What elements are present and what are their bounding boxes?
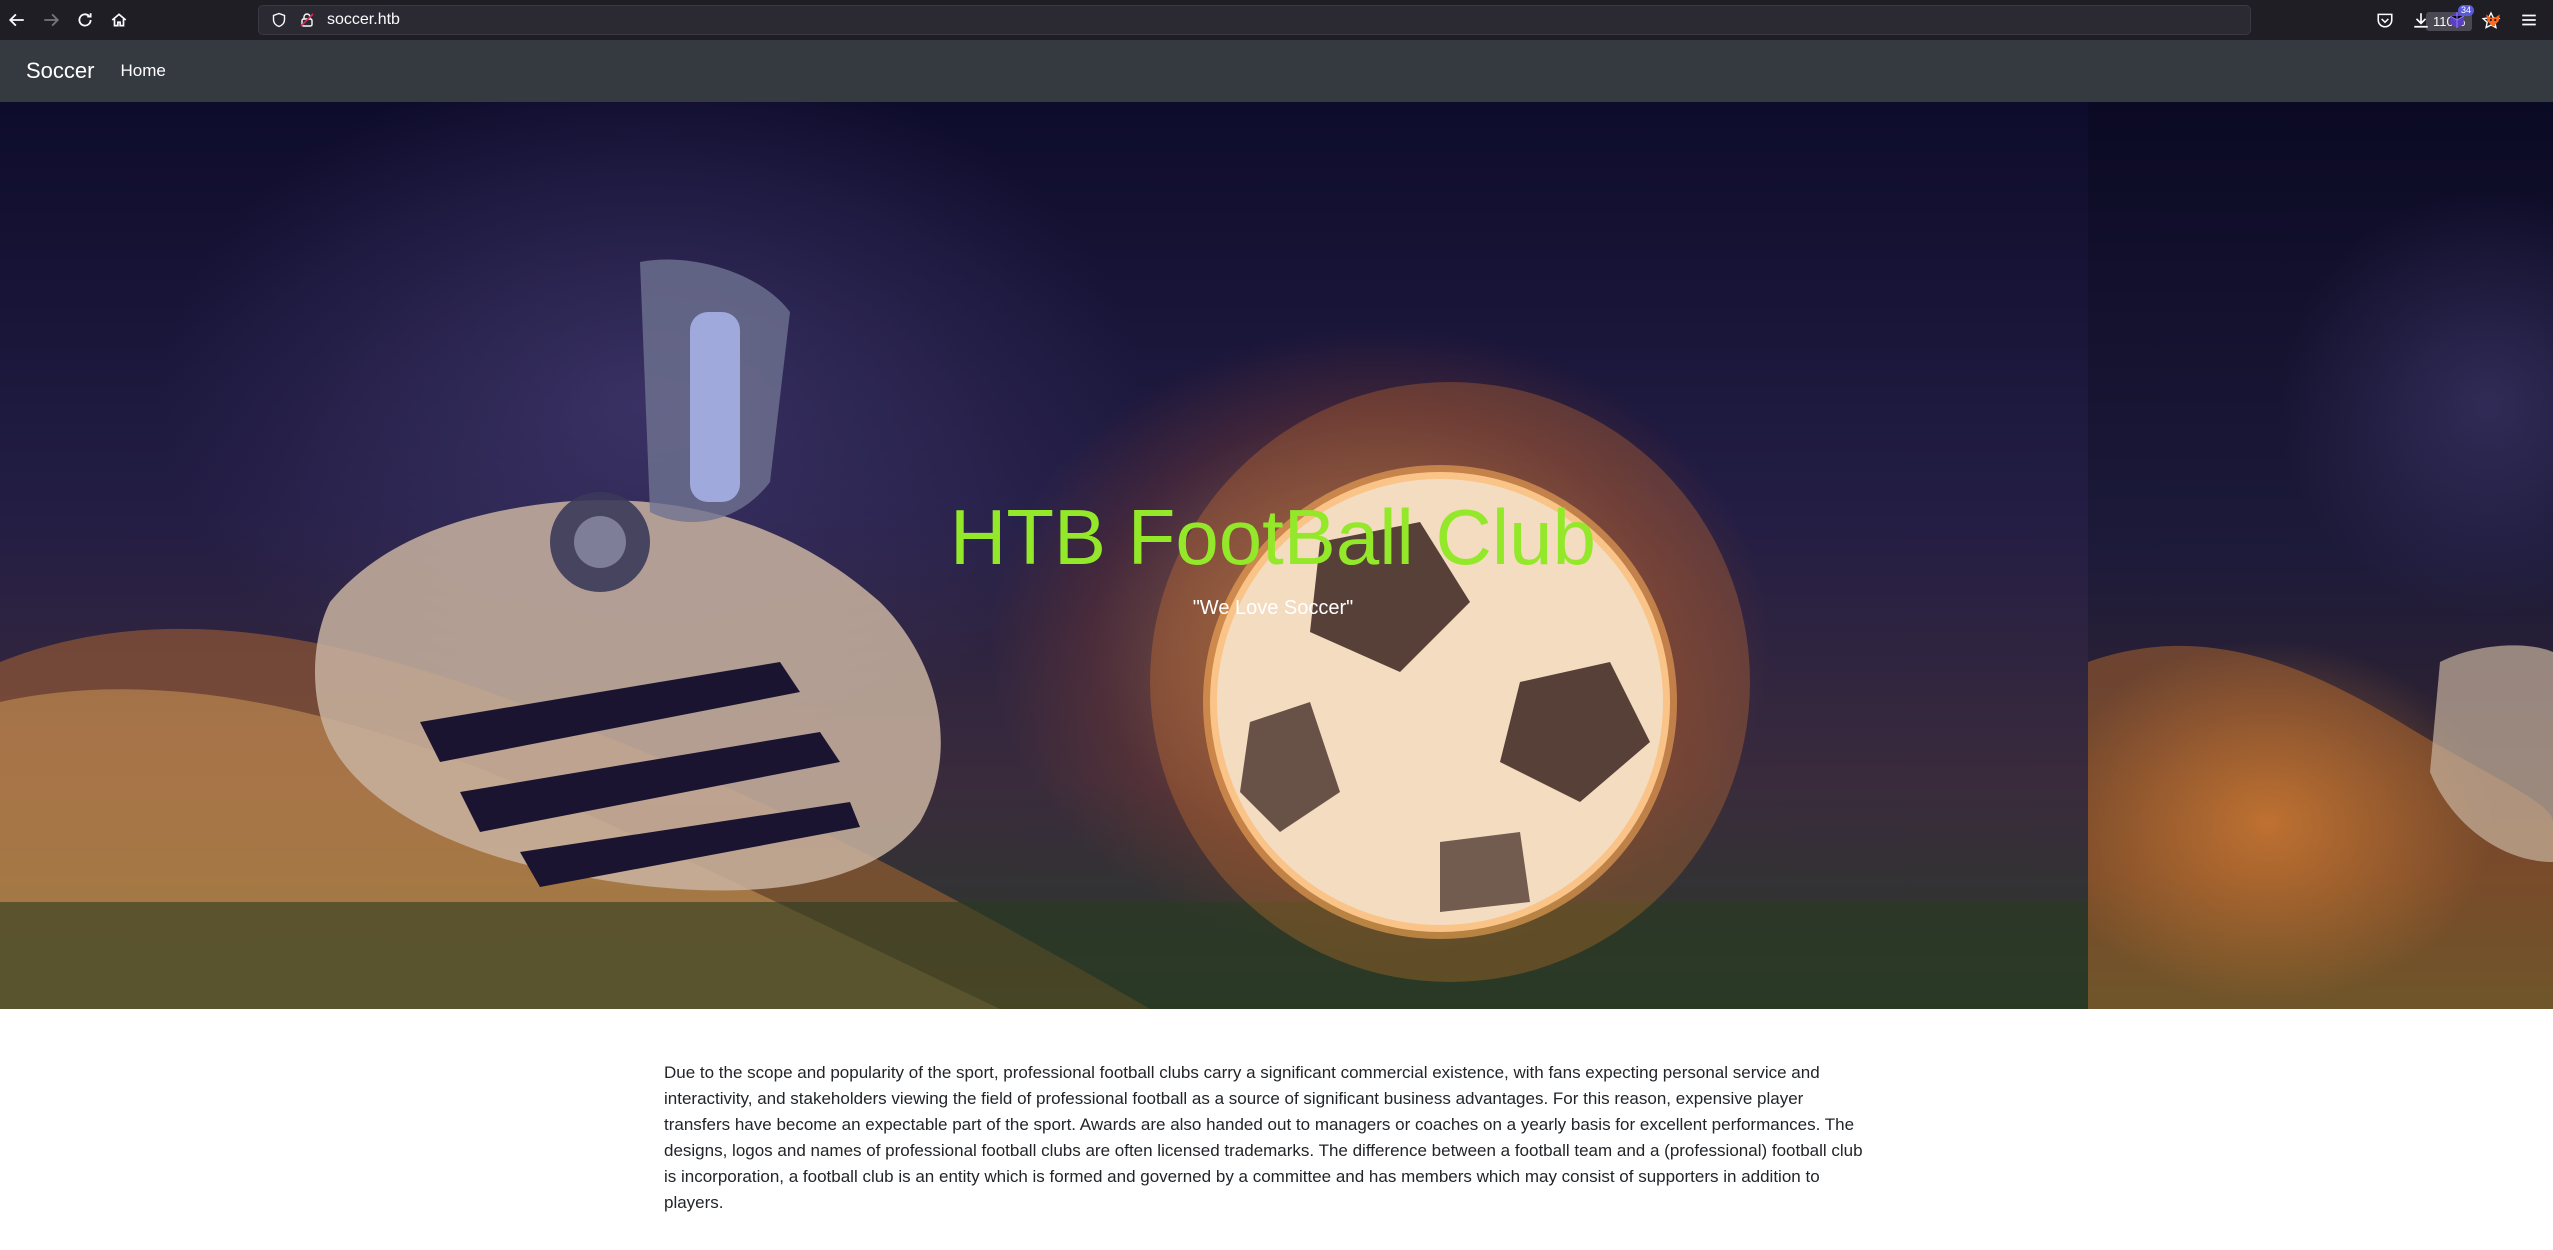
- insecure-lock-icon[interactable]: [299, 12, 315, 28]
- forward-button[interactable]: [34, 0, 68, 40]
- browser-toolbar: soccer.htb 110% 34: [0, 0, 2553, 40]
- hero-banner: HTB FootBall Club "We Love Soccer": [0, 102, 2553, 1009]
- home-button[interactable]: [102, 0, 136, 40]
- home-icon: [111, 13, 127, 27]
- foxyproxy-button[interactable]: [2475, 0, 2511, 40]
- intro-paragraph: Due to the scope and popularity of the s…: [664, 1063, 1863, 1212]
- site-navbar: Soccer Home: [0, 40, 2553, 102]
- app-menu-button[interactable]: [2511, 0, 2547, 40]
- hero-text: HTB FootBall Club "We Love Soccer": [948, 492, 1598, 620]
- hero-title: HTB FootBall Club: [950, 493, 1596, 581]
- url-text[interactable]: soccer.htb: [327, 11, 400, 29]
- navbar-brand[interactable]: Soccer: [26, 58, 94, 84]
- arrow-right-icon: [44, 13, 60, 27]
- fox-icon: [2486, 14, 2500, 27]
- back-button[interactable]: [0, 0, 34, 40]
- extension-badge: 34: [2458, 5, 2475, 16]
- downloads-button[interactable]: [2403, 0, 2439, 40]
- nav-link-home[interactable]: Home: [120, 61, 165, 81]
- pocket-icon: [2377, 13, 2393, 28]
- download-icon: [2414, 13, 2428, 28]
- tracking-shield-icon[interactable]: [271, 12, 287, 28]
- arrow-left-icon: [8, 13, 24, 27]
- pocket-button[interactable]: [2367, 0, 2403, 40]
- toolbar-right: 34: [2367, 0, 2547, 40]
- hero-subtitle: "We Love Soccer": [1192, 597, 1354, 619]
- reload-icon: [78, 13, 92, 27]
- address-bar[interactable]: soccer.htb 110%: [258, 5, 2501, 35]
- main-content: Due to the scope and popularity of the s…: [664, 1060, 1874, 1216]
- reload-button[interactable]: [68, 0, 102, 40]
- extension-button[interactable]: 34: [2439, 0, 2475, 40]
- hamburger-menu-icon: [2522, 14, 2536, 26]
